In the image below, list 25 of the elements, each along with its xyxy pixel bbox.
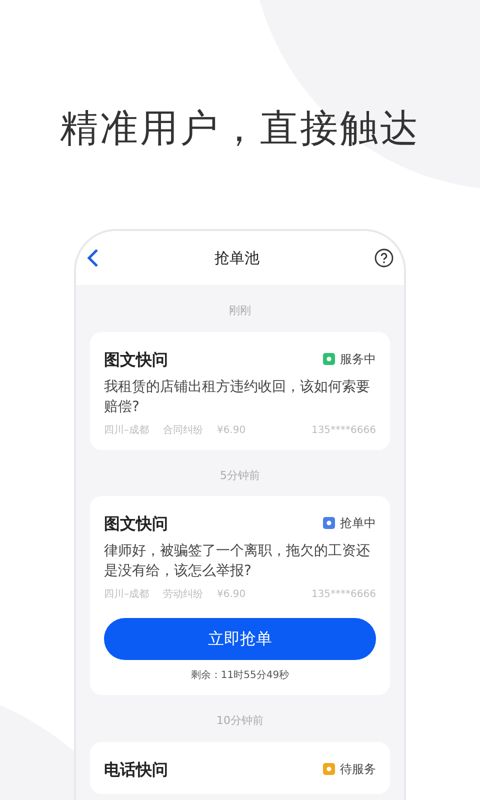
question-text: 律师好，被骗签了一个离职，拖欠的工资还是没有给，该怎么举报? xyxy=(104,542,371,581)
price: ¥6.90 xyxy=(217,424,246,438)
time-label: 10分钟前 xyxy=(216,713,264,729)
status-label: 抢单中 xyxy=(340,515,376,532)
category: 劳动纠纷 xyxy=(163,588,203,602)
headline: 精准用户，直接触达 xyxy=(60,105,420,152)
location: 四川–成都 xyxy=(104,588,149,602)
time-label: 5分钟前 xyxy=(220,468,260,484)
location: 四川–成都 xyxy=(104,424,149,438)
category: 合同纠纷 xyxy=(163,424,203,438)
phone-number: 135****6666 xyxy=(311,588,376,602)
back-icon[interactable] xyxy=(86,248,100,268)
question-text: 我租赁的店铺出租方违约收回，该如何索要赔偿? xyxy=(104,378,371,416)
status-label: 待服务 xyxy=(340,760,376,778)
grab-order-button[interactable]: 立即抢单 xyxy=(104,618,376,660)
time-label: 刚刚 xyxy=(229,303,251,319)
price: ¥6.90 xyxy=(217,588,246,602)
status-label: 服务中 xyxy=(340,350,376,368)
order-type: 图文快问 xyxy=(104,348,168,370)
order-type: 图文快问 xyxy=(104,513,168,535)
help-icon[interactable] xyxy=(374,248,394,268)
order-type: 电话快问 xyxy=(104,758,168,780)
remaining-time: 剩余：11时55分49秒 xyxy=(190,668,290,683)
phone-number: 135****6666 xyxy=(311,424,376,438)
page-title: 抢单池 xyxy=(214,248,260,269)
